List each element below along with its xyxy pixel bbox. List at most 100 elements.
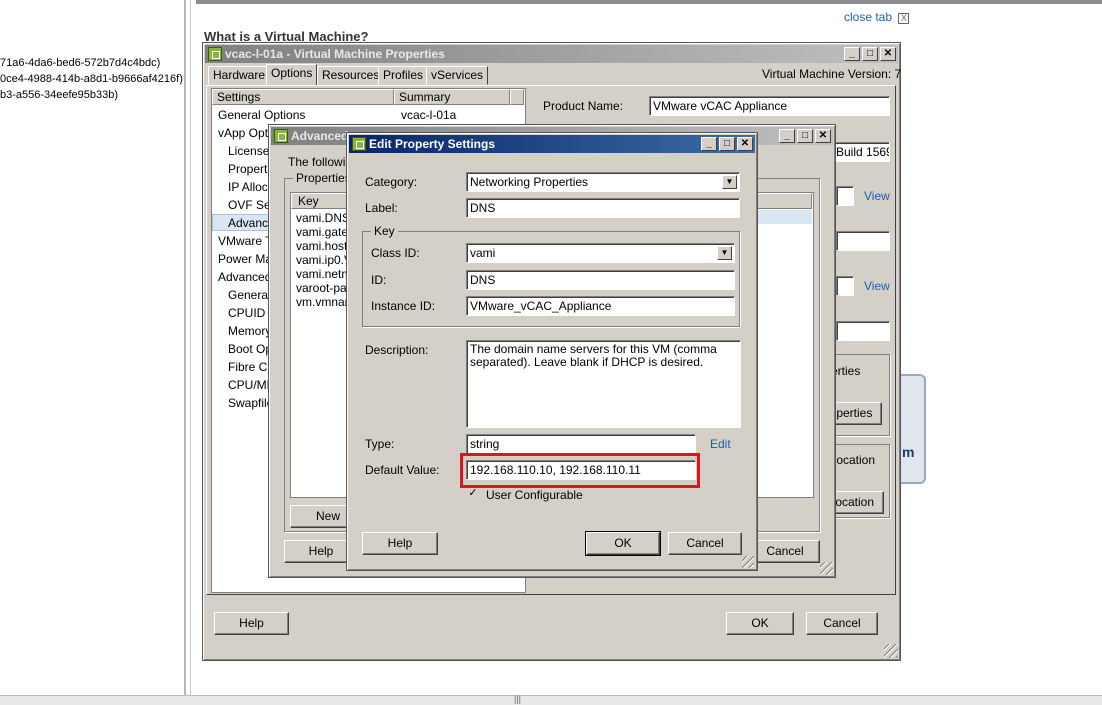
id-field[interactable]: DNS: [466, 270, 735, 290]
tree-item-general-options[interactable]: General Options: [218, 108, 305, 122]
vm-id-line-2: 0ce4-4988-414b-a8d1-b9666af4216f): [0, 73, 183, 85]
settings-col-filler: [510, 89, 524, 105]
advanced-cancel-button[interactable]: Cancel: [750, 540, 820, 563]
maximize-icon[interactable]: □: [719, 137, 735, 151]
summary-col-label: Summary: [399, 90, 451, 104]
vm-id-line-1: 71a6-4da6-bed6-572b7d4c4bdc): [0, 57, 161, 69]
close-tab-link[interactable]: close tab X: [844, 10, 910, 24]
close-icon[interactable]: ✕: [815, 129, 831, 143]
default-value-label: Default Value:: [365, 463, 440, 477]
tree-item-properties[interactable]: Properti: [228, 162, 270, 176]
vm-window-title: vcac-l-01a - Virtual Machine Properties: [225, 47, 445, 61]
product-version-field[interactable]: Build 15697: [832, 142, 890, 162]
minimize-icon[interactable]: _: [844, 47, 860, 61]
advanced-row-highlight: [756, 210, 812, 224]
description-textarea[interactable]: The domain name servers for this VM (com…: [466, 340, 741, 428]
edit-resize-grip-icon[interactable]: [742, 556, 754, 568]
app-url-field[interactable]: [836, 321, 890, 341]
vmware-logo-icon: [352, 137, 366, 151]
advanced-key-col-label: Key: [298, 194, 319, 208]
instance-id-field[interactable]: VMware_vCAC_Appliance: [466, 296, 735, 316]
close-icon[interactable]: ✕: [737, 137, 753, 151]
user-configurable-label: User Configurable: [486, 488, 583, 502]
bottom-scrollbar[interactable]: |||: [0, 694, 1102, 705]
category-value: Networking Properties: [470, 175, 589, 189]
vmware-logo-icon: [274, 129, 288, 143]
advanced-key-row[interactable]: vami.DNS.: [296, 211, 353, 225]
class-id-label: Class ID:: [371, 246, 420, 260]
vm-resize-grip-icon[interactable]: [884, 644, 898, 658]
view-link-2[interactable]: View: [864, 279, 890, 293]
close-icon: X: [898, 13, 910, 24]
default-value-highlight: [460, 453, 700, 488]
tab-profiles[interactable]: Profiles: [378, 66, 429, 85]
minimize-icon[interactable]: _: [701, 137, 717, 151]
close-icon[interactable]: ✕: [880, 47, 896, 61]
edit-ok-button[interactable]: OK: [585, 531, 661, 556]
tree-item-license[interactable]: License: [228, 144, 269, 158]
advanced-key-row[interactable]: vami.ip0.V: [296, 253, 352, 267]
instance-id-label: Instance ID:: [371, 299, 436, 313]
user-configurable-checkbox[interactable]: ✓: [467, 488, 479, 500]
view-link-1[interactable]: View: [864, 189, 890, 203]
id-label: ID:: [371, 273, 387, 287]
edit-dialog-title: Edit Property Settings: [369, 137, 496, 151]
tree-item-memory[interactable]: Memory: [228, 324, 271, 338]
tree-item-power-management[interactable]: Power Ma: [218, 252, 272, 266]
advanced-col-header-right: [756, 193, 812, 209]
tree-item-vapp-options[interactable]: vApp Opti: [218, 126, 271, 140]
advanced-key-row[interactable]: varoot-pas: [296, 281, 353, 295]
chevron-down-icon[interactable]: ▼: [717, 246, 732, 260]
product-name-field[interactable]: VMware vCAC Appliance: [649, 96, 890, 116]
tab-options[interactable]: Options: [266, 64, 318, 86]
label-field[interactable]: DNS: [466, 198, 740, 218]
vm-window-titlebar[interactable]: vcac-l-01a - Virtual Machine Properties …: [205, 45, 898, 63]
settings-col-header[interactable]: Settings: [212, 89, 394, 105]
vm-help-button[interactable]: Help: [214, 612, 289, 635]
vm-cancel-button[interactable]: Cancel: [806, 612, 878, 635]
vendor-field[interactable]: [836, 231, 890, 251]
advanced-key-row[interactable]: vami.netm: [296, 267, 351, 281]
minimize-icon[interactable]: _: [779, 129, 795, 143]
advanced-properties-label: Properties: [293, 171, 354, 185]
tab-hardware[interactable]: Hardware: [208, 66, 271, 85]
edit-cancel-button[interactable]: Cancel: [668, 532, 742, 555]
type-edit-link[interactable]: Edit: [710, 437, 731, 451]
advanced-resize-grip-icon[interactable]: [820, 562, 833, 575]
scroll-grip: |||: [514, 694, 522, 704]
tree-item-swapfile[interactable]: Swapfile: [228, 396, 273, 410]
product-name-label: Product Name:: [543, 99, 624, 113]
summary-col-header[interactable]: Summary: [394, 89, 510, 105]
category-label: Category:: [365, 175, 418, 189]
maximize-icon[interactable]: □: [797, 129, 813, 143]
advanced-window-title: Advanced: [291, 129, 349, 143]
tree-item-vmware-tools[interactable]: VMware T: [218, 234, 272, 248]
key-group-label: Key: [371, 224, 398, 238]
vm-ok-button[interactable]: OK: [726, 612, 794, 635]
checkmark-icon: ✓: [468, 487, 478, 499]
type-label: Type:: [365, 437, 395, 451]
tab-resources[interactable]: Resources: [317, 66, 385, 85]
tree-summary-general-options: vcac-l-01a: [401, 108, 457, 122]
vendor-url-field[interactable]: [836, 276, 854, 296]
left-divider: [190, 0, 191, 695]
tab-vservices[interactable]: vServices: [426, 66, 489, 85]
tree-item-advanced[interactable]: Advanced: [218, 270, 271, 284]
vm-id-line-3: b3-a556-34eefe95b33b): [0, 89, 119, 101]
class-id-select[interactable]: vami ▼: [466, 243, 735, 263]
settings-col-label: Settings: [217, 90, 261, 104]
label-label: Label:: [365, 201, 398, 215]
category-select[interactable]: Networking Properties ▼: [466, 172, 740, 192]
vm-version: Virtual Machine Version: 7: [762, 67, 902, 81]
edit-help-button[interactable]: Help: [362, 532, 438, 555]
tree-item-boot-options[interactable]: Boot Op: [228, 342, 272, 356]
allocation-group-text: llocation: [831, 453, 876, 467]
product-url-field[interactable]: [836, 186, 854, 206]
tree-item-general[interactable]: General: [228, 288, 271, 302]
type-field[interactable]: string: [466, 434, 696, 454]
maximize-icon[interactable]: □: [862, 47, 878, 61]
edit-dialog-titlebar[interactable]: Edit Property Settings _ □ ✕: [349, 135, 755, 153]
chevron-down-icon[interactable]: ▼: [722, 175, 737, 189]
close-tab-label: close tab: [844, 10, 893, 24]
class-id-value: vami: [470, 246, 496, 260]
